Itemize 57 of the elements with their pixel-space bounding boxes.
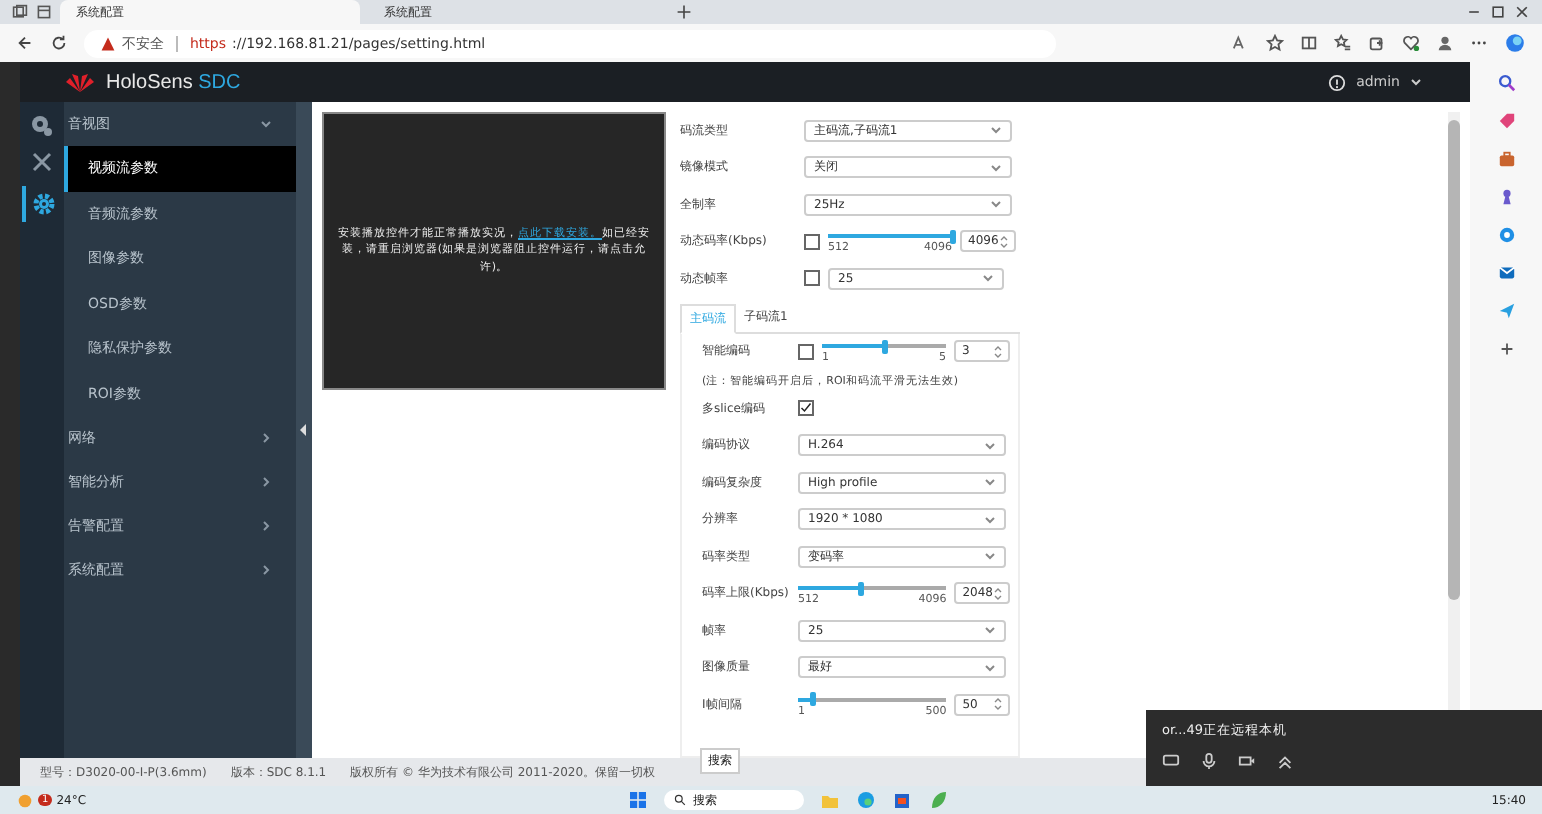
- maximize-icon[interactable]: [1490, 4, 1506, 20]
- chevron-right-icon: [260, 432, 272, 444]
- help-icon[interactable]: [1328, 73, 1347, 91]
- caret-icon[interactable]: [1410, 78, 1422, 86]
- slider-thumb[interactable]: [949, 229, 955, 244]
- collections-icon[interactable]: [1368, 34, 1386, 52]
- chevron-right-icon: [260, 476, 272, 488]
- workspaces-icon[interactable]: [12, 4, 28, 20]
- checkbox[interactable]: [798, 343, 814, 360]
- heart-icon[interactable]: [1402, 34, 1420, 52]
- collapse-handle[interactable]: [296, 102, 312, 758]
- chevron-right-icon: [260, 564, 272, 576]
- slider-thumb[interactable]: [858, 581, 865, 596]
- briefcase-icon[interactable]: [1497, 150, 1515, 168]
- chevron-right-icon: [260, 520, 272, 532]
- star-icon[interactable]: [1266, 34, 1284, 52]
- spinner-arrows-icon[interactable]: [994, 696, 1002, 713]
- search-icon[interactable]: [1497, 74, 1515, 92]
- profile-icon[interactable]: [1436, 34, 1454, 52]
- browser-icon[interactable]: [856, 790, 877, 810]
- new-tab-icon[interactable]: [676, 4, 692, 20]
- slider-thumb[interactable]: [881, 339, 887, 354]
- back-icon[interactable]: [16, 34, 34, 52]
- camera-icon[interactable]: [1238, 752, 1256, 770]
- warning-icon: [100, 35, 116, 51]
- chess-icon[interactable]: [1497, 188, 1515, 206]
- paper-plane-icon[interactable]: [1497, 302, 1515, 320]
- store-icon[interactable]: [892, 790, 913, 810]
- expand-icon[interactable]: [1276, 752, 1294, 770]
- microphone-icon[interactable]: [1200, 752, 1218, 770]
- copilot-icon[interactable]: [1504, 32, 1526, 54]
- brand-title: HoloSens SDC: [106, 71, 241, 93]
- tag-icon[interactable]: [1497, 112, 1515, 130]
- mail-icon[interactable]: [1497, 264, 1515, 282]
- search-icon: [674, 794, 687, 806]
- tools-icon[interactable]: [30, 150, 54, 174]
- circle-app-icon[interactable]: [1497, 226, 1515, 244]
- spinner-arrows-icon[interactable]: [994, 343, 1002, 360]
- chevron-down-icon: [260, 118, 272, 130]
- chat-icon[interactable]: [1162, 752, 1180, 770]
- favorites-icon[interactable]: [1334, 34, 1352, 52]
- spinner-arrows-icon[interactable]: [994, 585, 1002, 602]
- split-screen-icon[interactable]: [1300, 34, 1318, 52]
- tab-actions-icon[interactable]: [36, 4, 52, 20]
- settings-icon[interactable]: [31, 192, 55, 216]
- refresh-icon[interactable]: [50, 34, 68, 52]
- collapse-icon[interactable]: [300, 424, 308, 436]
- flower-logo-icon: [64, 70, 96, 94]
- checkbox[interactable]: [804, 233, 820, 250]
- add-icon[interactable]: [1497, 340, 1515, 358]
- start-icon[interactable]: [628, 790, 649, 810]
- spinner-arrows-icon[interactable]: [1000, 233, 1008, 250]
- checkbox[interactable]: [798, 400, 814, 417]
- checkbox[interactable]: [804, 270, 820, 287]
- slider-thumb[interactable]: [809, 692, 816, 707]
- close-icon[interactable]: [1514, 4, 1530, 20]
- camera-gear-icon[interactable]: [30, 114, 54, 138]
